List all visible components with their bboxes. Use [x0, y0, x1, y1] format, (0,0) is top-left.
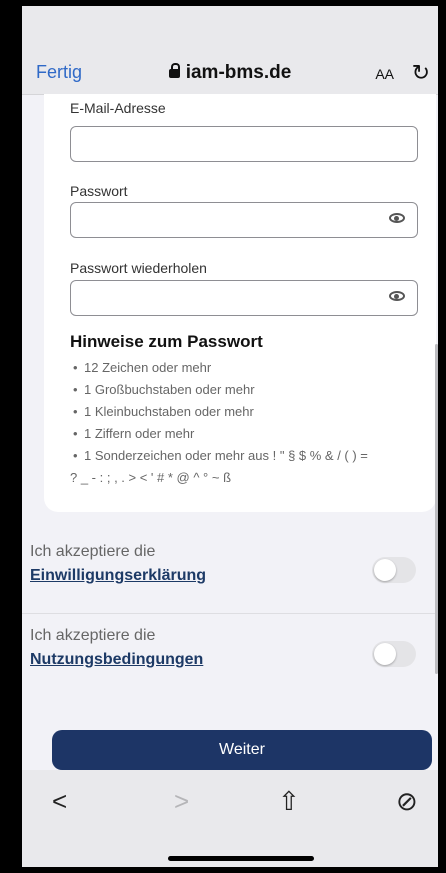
home-indicator — [168, 856, 314, 861]
terms-toggle[interactable] — [372, 641, 416, 667]
password-hints-title: Hinweise zum Passwort — [70, 332, 263, 351]
url-text: iam-bms.de — [185, 62, 292, 83]
registration-card: E-Mail-Adresse Passwort Passwort wiederh… — [44, 94, 436, 512]
declaration-toggle[interactable] — [372, 557, 416, 583]
password-field[interactable] — [70, 202, 418, 238]
consent-text: Ich akzeptiere die — [30, 543, 156, 560]
forward-icon[interactable]: > — [174, 786, 189, 817]
hint-item: 1 Großbuchstaben oder mehr — [70, 379, 430, 401]
consent-text: Ich akzeptiere die — [30, 627, 156, 644]
hint-item: 1 Kleinbuchstaben oder mehr — [70, 401, 430, 423]
scrollbar[interactable] — [435, 344, 438, 674]
browser-bottom-bar: < > ⇧ ⊘ — [22, 770, 438, 867]
email-label: E-Mail-Adresse — [70, 100, 166, 116]
share-icon[interactable]: ⇧ — [278, 786, 300, 817]
password-repeat-field[interactable] — [70, 280, 418, 316]
text-size-button[interactable]: AA — [375, 66, 394, 82]
consent-row-declaration: Ich akzeptiere die Einwilligungserklärun… — [22, 530, 438, 614]
reload-icon[interactable]: ↻ — [412, 60, 430, 86]
terms-link[interactable]: Nutzungsbedingungen — [30, 651, 203, 669]
show-password-repeat-icon[interactable] — [389, 291, 405, 301]
hint-item: 1 Sonderzeichen oder mehr aus ! " § $ % … — [70, 445, 430, 467]
compass-icon[interactable]: ⊘ — [396, 786, 418, 817]
password-label: Passwort — [70, 183, 128, 199]
hint-item: ? _ - : ; , . > < ' # * @ ^ ° ~ ß — [70, 470, 232, 485]
consent-row-terms: Ich akzeptiere die Nutzungsbedingungen — [22, 614, 438, 698]
hint-item: 1 Ziffern oder mehr — [70, 423, 430, 445]
browser-top-bar: Fertig iam-bms.de AA ↻ — [22, 6, 438, 95]
lock-icon — [168, 63, 180, 78]
continue-button[interactable]: Weiter — [52, 730, 432, 770]
declaration-link[interactable]: Einwilligungserklärung — [30, 567, 206, 585]
hint-item: 12 Zeichen oder mehr — [70, 357, 430, 379]
email-field[interactable] — [70, 126, 418, 162]
browser-screen: Fertig iam-bms.de AA ↻ E-Mail-Adresse Pa… — [22, 6, 438, 867]
back-icon[interactable]: < — [52, 786, 67, 817]
show-password-icon[interactable] — [389, 213, 405, 223]
password-repeat-label: Passwort wiederholen — [70, 260, 207, 276]
password-hints-list: 12 Zeichen oder mehr 1 Großbuchstaben od… — [70, 357, 430, 489]
